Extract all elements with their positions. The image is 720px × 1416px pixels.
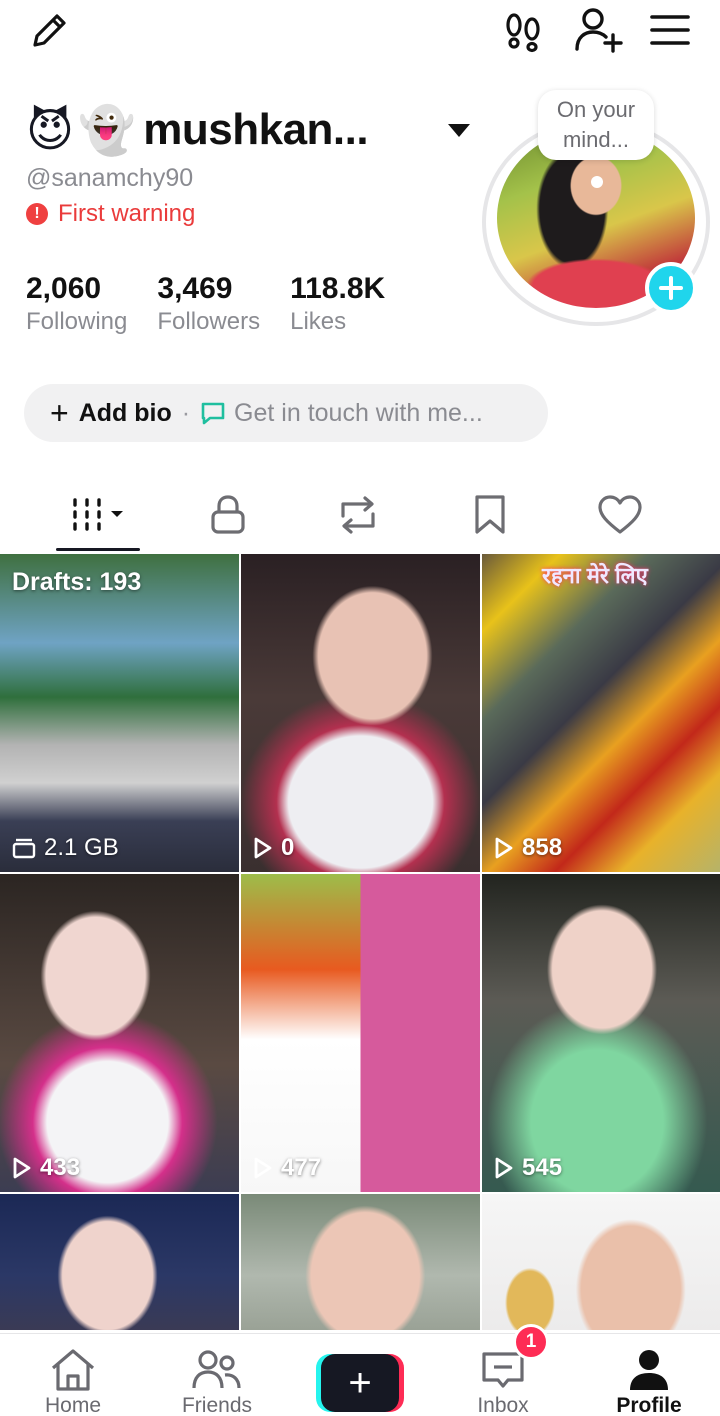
warning-text: First warning: [58, 200, 196, 227]
tab-videos[interactable]: [52, 488, 148, 542]
plus-icon: +: [50, 395, 69, 431]
view-count: 858: [494, 834, 562, 862]
friends-icon: [192, 1350, 241, 1389]
stat-label: Likes: [290, 308, 347, 335]
nav-label: Friends: [181, 1394, 253, 1416]
first-warning-link[interactable]: ! First warning: [26, 200, 195, 228]
edit-pencil-icon[interactable]: [24, 8, 74, 54]
create-button[interactable]: +: [316, 1354, 404, 1412]
tab-favorites[interactable]: [442, 488, 538, 542]
inbox-notification-badge: 1: [513, 1324, 549, 1360]
bottom-navigation: Home Friends + Inbox 1 Profile: [0, 1324, 720, 1416]
video-tile[interactable]: 433: [0, 874, 239, 1192]
storage-icon: [12, 838, 36, 859]
tab-reposts[interactable]: [310, 488, 406, 542]
nav-label: Profile: [616, 1394, 682, 1416]
nav-home[interactable]: Home: [8, 1334, 138, 1416]
stat-likes[interactable]: 118.8K Likes: [290, 272, 385, 338]
play-icon: [13, 1157, 31, 1179]
home-icon: [51, 1349, 95, 1391]
devil-emoji: 😈: [26, 103, 74, 157]
menu-icon[interactable]: [646, 8, 694, 52]
lock-icon: [211, 495, 245, 534]
heart-icon: [598, 495, 642, 534]
size-text: 2.1 GB: [44, 834, 119, 861]
views-text: 433: [40, 1154, 81, 1181]
warning-icon: !: [26, 203, 48, 225]
username-handle: @sanamchy90: [26, 164, 194, 192]
drafts-size: 2.1 GB: [12, 834, 119, 862]
note-tail: [591, 176, 603, 188]
video-tile[interactable]: 477: [241, 874, 480, 1192]
nav-friends[interactable]: Friends: [152, 1334, 282, 1416]
note-line: mind...: [562, 127, 629, 152]
repost-icon: [341, 496, 375, 534]
add-story-button[interactable]: [645, 262, 697, 314]
get-in-touch-label: Get in touch with me...: [234, 398, 483, 427]
video-tile[interactable]: [0, 1194, 239, 1330]
stat-value: 2,060: [26, 272, 102, 305]
stat-label: Following: [26, 308, 128, 335]
account-switch-chevron-icon[interactable]: [448, 124, 470, 137]
drafts-tile[interactable]: Drafts: 193 2.1 GB: [0, 554, 239, 872]
view-count: 0: [253, 834, 294, 862]
note-line: On your: [556, 97, 636, 122]
grid-icon: [73, 498, 123, 531]
footprints-icon[interactable]: [498, 6, 548, 56]
play-icon: [495, 837, 513, 859]
views-text: 0: [281, 834, 295, 861]
video-tile[interactable]: [482, 1194, 720, 1330]
views-text: 545: [522, 1154, 563, 1181]
play-icon: [254, 1157, 272, 1179]
nav-profile[interactable]: Profile: [584, 1334, 714, 1416]
bookmark-icon: [475, 495, 505, 534]
stat-following[interactable]: 2,060 Following: [26, 272, 127, 338]
nav-inbox[interactable]: Inbox: [438, 1334, 568, 1416]
ghost-emoji: 👻: [77, 103, 136, 157]
stat-label: Followers: [157, 308, 261, 335]
stat-value: 3,469: [157, 272, 233, 305]
add-bio-pill[interactable]: + Add bio · Get in touch with me...: [24, 384, 548, 442]
tab-liked[interactable]: [572, 488, 668, 542]
separator-dot: ·: [181, 398, 191, 427]
profile-name-row[interactable]: 😈 👻 mushkan...: [26, 98, 369, 162]
views-text: 858: [522, 834, 563, 861]
display-name: mushkan...: [143, 105, 369, 154]
view-count: 545: [494, 1154, 562, 1182]
video-tile[interactable]: 0: [241, 554, 480, 872]
stat-followers[interactable]: 3,469 Followers: [157, 272, 260, 338]
tab-private[interactable]: [180, 488, 276, 542]
chat-bubble-icon: [200, 400, 226, 426]
stat-value: 118.8K: [290, 272, 386, 305]
plus-icon: [659, 276, 683, 300]
active-tab-indicator: [56, 548, 140, 551]
video-tile[interactable]: 545: [482, 874, 720, 1192]
view-count: 433: [12, 1154, 80, 1182]
play-icon: [254, 837, 272, 859]
drafts-label: Drafts: 193: [12, 568, 142, 596]
nav-label: Home: [44, 1394, 102, 1416]
video-tile[interactable]: [241, 1194, 480, 1330]
video-overlay-text: रहना मेरे लिए: [542, 563, 648, 588]
add-bio-label: Add bio: [78, 398, 172, 427]
video-tile[interactable]: रहना मेरे लिए 858: [482, 554, 720, 872]
views-text: 477: [281, 1154, 322, 1181]
on-your-mind-note[interactable]: On your mind...: [538, 90, 654, 160]
profile-icon: [630, 1350, 668, 1390]
add-friend-icon[interactable]: [572, 4, 626, 56]
play-icon: [495, 1157, 513, 1179]
view-count: 477: [253, 1154, 321, 1182]
create-plus: +: [321, 1354, 399, 1412]
video-grid: Drafts: 193 2.1 GB 0 रहना मेरे लिए 858 4…: [0, 554, 720, 1330]
profile-stats: 2,060 Following 3,469 Followers 118.8K L…: [26, 272, 385, 338]
nav-label: Inbox: [477, 1394, 529, 1416]
